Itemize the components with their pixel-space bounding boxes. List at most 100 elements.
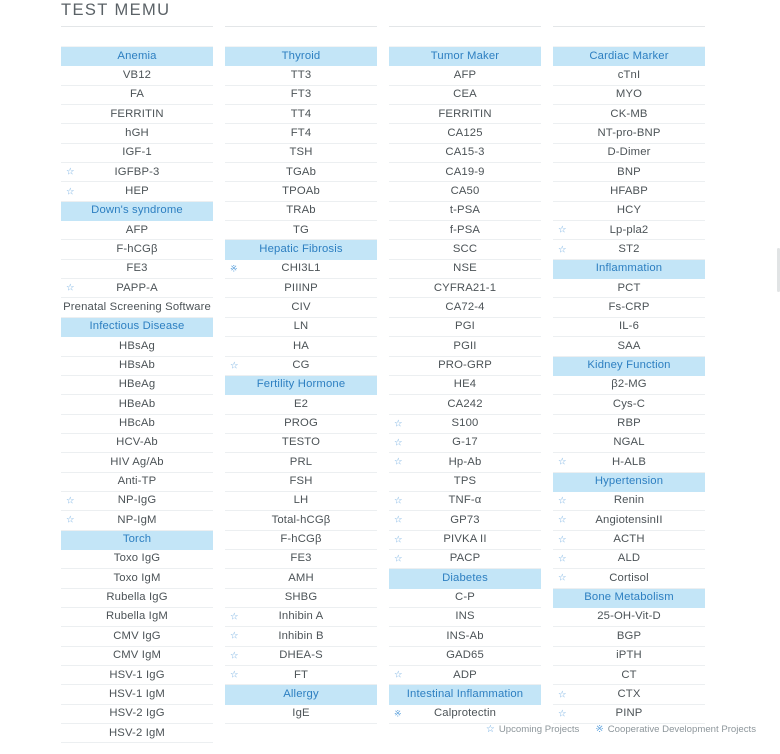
test-item-row[interactable]: ☆ CG (225, 357, 377, 376)
test-item-row[interactable]: SHBG (225, 589, 377, 608)
test-item-row[interactable]: D-Dimer (553, 144, 705, 164)
test-item-row[interactable]: CT (553, 666, 705, 686)
test-item-row[interactable]: ☆ Cortisol (553, 569, 705, 589)
test-item-row[interactable]: ☆ CTX (553, 685, 705, 705)
test-item-row[interactable]: INS (389, 608, 541, 628)
test-item-row[interactable]: AFP (389, 66, 541, 86)
test-item-row[interactable]: TGAb (225, 163, 377, 183)
test-item-row[interactable]: ☆ GP73 (389, 511, 541, 531)
test-item-row[interactable]: HBsAg (61, 337, 213, 357)
test-item-row[interactable]: RBP (553, 415, 705, 434)
test-item-row[interactable]: CA50 (389, 182, 541, 202)
test-item-row[interactable]: FT3 (225, 86, 377, 106)
test-item-row[interactable]: PRL (225, 453, 377, 473)
test-item-row[interactable]: FERRITIN (389, 105, 541, 125)
test-item-row[interactable]: ☆ Inhibin A (225, 608, 377, 628)
test-item-row[interactable]: HSV-2 IgG (61, 705, 213, 725)
test-item-row[interactable]: SCC (389, 240, 541, 260)
test-item-row[interactable]: ☆ ACTH (553, 531, 705, 550)
test-item-row[interactable]: Toxo IgG (61, 550, 213, 570)
test-item-row[interactable]: CEA (389, 86, 541, 106)
test-item-row[interactable]: FSH (225, 473, 377, 492)
test-item-row[interactable]: FE3 (61, 260, 213, 280)
test-item-row[interactable]: ☆ G-17 (389, 434, 541, 454)
test-item-row[interactable]: TT4 (225, 105, 377, 125)
test-item-row[interactable]: LN (225, 318, 377, 338)
test-item-row[interactable]: CIV (225, 298, 377, 318)
test-item-row[interactable]: F-hCGβ (225, 531, 377, 550)
test-item-row[interactable]: PIIINP (225, 279, 377, 299)
test-item-row[interactable]: CMV IgM (61, 647, 213, 666)
test-item-row[interactable]: Rubella IgM (61, 608, 213, 628)
test-item-row[interactable]: ☆ ST2 (553, 240, 705, 260)
test-item-row[interactable]: MYO (553, 86, 705, 106)
test-item-row[interactable]: HSV-1 IgG (61, 666, 213, 686)
test-item-row[interactable]: PCT (553, 279, 705, 299)
test-item-row[interactable]: AFP (61, 221, 213, 241)
test-item-row[interactable]: iPTH (553, 647, 705, 666)
test-item-row[interactable]: Anti-TP (61, 473, 213, 492)
test-item-row[interactable]: ☆ S100 (389, 415, 541, 434)
test-item-row[interactable]: HSV-1 IgM (61, 685, 213, 705)
test-item-row[interactable]: BNP (553, 163, 705, 183)
test-item-row[interactable]: ☆ Hp-Ab (389, 453, 541, 473)
test-item-row[interactable]: TSH (225, 144, 377, 164)
test-item-row[interactable]: CA19-9 (389, 163, 541, 183)
test-item-row[interactable]: LH (225, 492, 377, 512)
test-item-row[interactable]: E2 (225, 395, 377, 415)
test-item-row[interactable]: ☆ FT (225, 666, 377, 686)
test-item-row[interactable]: HCY (553, 202, 705, 222)
test-item-row[interactable]: PROG (225, 415, 377, 434)
test-item-row[interactable]: ☆ Inhibin B (225, 627, 377, 647)
test-item-row[interactable]: Prenatal Screening Software (61, 298, 213, 318)
test-item-row[interactable]: BGP (553, 627, 705, 647)
test-item-row[interactable]: β2-MG (553, 376, 705, 396)
test-item-row[interactable]: NT-pro-BNP (553, 124, 705, 144)
test-item-row[interactable]: ☆ PIVKA II (389, 531, 541, 550)
test-item-row[interactable]: NSE (389, 260, 541, 280)
test-item-row[interactable]: f-PSA (389, 221, 541, 241)
test-item-row[interactable]: TG (225, 221, 377, 241)
test-item-row[interactable]: ☆ TNF-α (389, 492, 541, 512)
test-item-row[interactable]: AMH (225, 569, 377, 589)
test-item-row[interactable]: CYFRA21-1 (389, 279, 541, 299)
test-item-row[interactable]: HIV Ag/Ab (61, 453, 213, 473)
test-item-row[interactable]: TESTO (225, 434, 377, 454)
test-item-row[interactable]: ☆ NP-IgG (61, 492, 213, 512)
test-item-row[interactable]: ☆ Lp-pla2 (553, 221, 705, 241)
test-item-row[interactable]: FT4 (225, 124, 377, 144)
test-item-row[interactable]: ☆ H-ALB (553, 453, 705, 473)
test-item-row[interactable]: F-hCGβ (61, 240, 213, 260)
test-item-row[interactable]: IGF-1 (61, 144, 213, 164)
test-item-row[interactable]: CK-MB (553, 105, 705, 125)
test-item-row[interactable]: HSV-2 IgM (61, 724, 213, 744)
test-item-row[interactable]: ☆ DHEA-S (225, 647, 377, 666)
test-item-row[interactable]: ☆ ALD (553, 550, 705, 570)
test-item-row[interactable]: ☆ PINP (553, 705, 705, 725)
test-item-row[interactable]: TPS (389, 473, 541, 492)
test-item-row[interactable]: Total-hCGβ (225, 511, 377, 531)
test-item-row[interactable]: FE3 (225, 550, 377, 570)
test-item-row[interactable]: 25-OH-Vit-D (553, 608, 705, 628)
test-item-row[interactable]: HE4 (389, 376, 541, 396)
test-item-row[interactable]: ☆ IGFBP-3 (61, 163, 213, 183)
test-item-row[interactable]: VB12 (61, 66, 213, 86)
test-item-row[interactable]: HA (225, 337, 377, 357)
test-item-row[interactable]: ☆ AngiotensinII (553, 511, 705, 531)
test-item-row[interactable]: HBeAb (61, 395, 213, 415)
test-item-row[interactable]: CA125 (389, 124, 541, 144)
test-item-row[interactable]: PGII (389, 337, 541, 357)
test-item-row[interactable]: TT3 (225, 66, 377, 86)
test-item-row[interactable]: TRAb (225, 202, 377, 222)
test-item-row[interactable]: CA72-4 (389, 298, 541, 318)
test-item-row[interactable]: FA (61, 86, 213, 106)
test-item-row[interactable]: IL-6 (553, 318, 705, 338)
test-item-row[interactable]: ☆ NP-IgM (61, 511, 213, 531)
test-item-row[interactable]: ☆ HEP (61, 182, 213, 202)
test-item-row[interactable]: GAD65 (389, 647, 541, 666)
test-item-row[interactable]: t-PSA (389, 202, 541, 222)
test-item-row[interactable]: ☆ PACP (389, 550, 541, 570)
test-item-row[interactable]: Fs-CRP (553, 298, 705, 318)
test-item-row[interactable]: SAA (553, 337, 705, 357)
test-item-row[interactable]: HBeAg (61, 376, 213, 396)
